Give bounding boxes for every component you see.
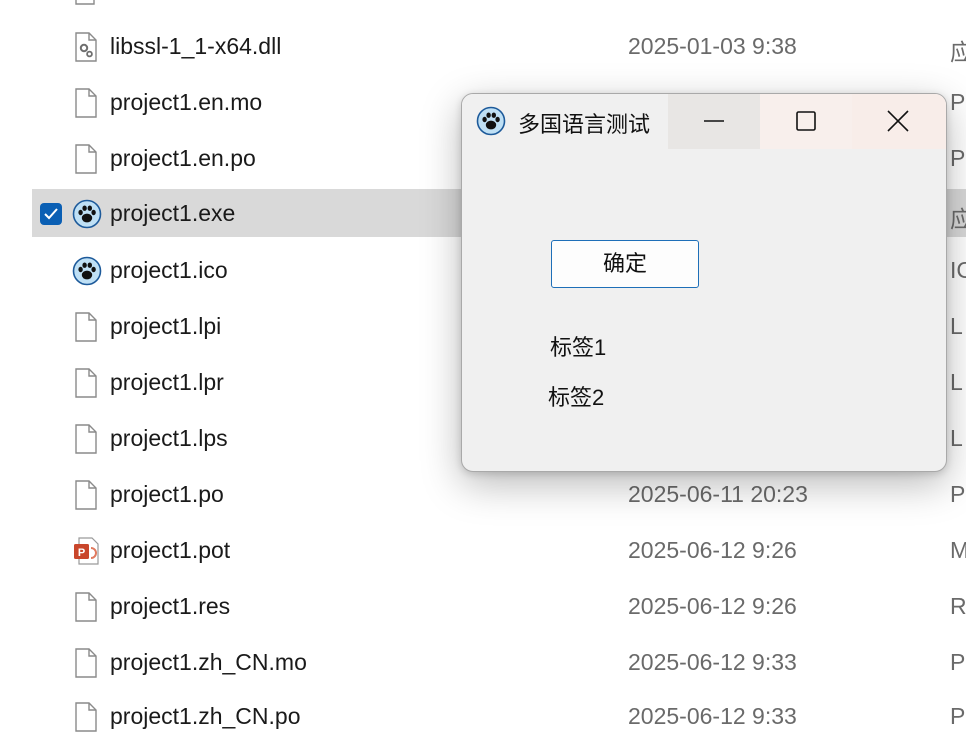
file-name: project1.en.po [110,145,256,171]
dialog-window: 多国语言测试 确定 标签1 标签2 [461,93,947,472]
file-type: L [950,313,963,339]
file-name: project1.lpr [110,369,224,395]
file-row[interactable]: project1.po 2025-06-11 20:23 P [32,470,966,518]
file-type: 应 [950,39,966,65]
partial-file-icon [72,0,100,8]
powerpoint-file-icon: P [72,536,100,566]
file-type: 应 [950,206,966,232]
file-type: IC [950,257,966,283]
file-row[interactable]: project1.zh_CN.mo 2025-06-12 9:33 P [32,638,966,686]
lazarus-paw-icon [72,199,102,229]
svg-text:P: P [78,547,85,559]
file-name: project1.exe [110,200,236,226]
generic-file-icon [72,480,100,510]
file-type: M [950,537,966,563]
minimize-button[interactable] [668,94,760,149]
file-type: P [950,145,966,171]
generic-file-icon [72,424,100,454]
file-name: project1.zh_CN.mo [110,649,307,675]
window-title: 多国语言测试 [518,112,651,137]
file-row[interactable]: P project1.pot 2025-06-12 9:26 M [32,526,966,574]
close-button[interactable] [852,94,946,149]
file-name: project1.lpi [110,313,222,339]
file-date: 2025-06-12 9:26 [628,537,797,563]
checkbox-checked-icon[interactable] [40,203,62,225]
file-name: libssl-1_1-x64.dll [110,33,282,59]
close-icon [887,110,909,132]
generic-file-icon [72,592,100,622]
generic-file-icon [72,368,100,398]
file-date: 2025-06-12 9:26 [628,593,797,619]
file-date: 2025-06-11 20:23 [628,481,808,507]
generic-file-icon [72,144,100,174]
maximize-button[interactable] [760,94,852,149]
maximize-icon [796,111,816,131]
file-name: project1.zh_CN.po [110,703,301,729]
file-name: project1.en.mo [110,89,263,115]
file-date: 2025-06-12 9:33 [628,649,797,675]
title-bar[interactable]: 多国语言测试 [462,94,946,149]
file-name: project1.lps [110,425,228,451]
file-name: project1.ico [110,257,228,283]
lazarus-paw-icon [72,256,102,286]
minimize-icon [704,120,724,122]
label-1: 标签1 [550,335,607,360]
generic-file-icon [72,702,100,732]
file-name: project1.res [110,593,231,619]
file-type: P [950,481,966,507]
file-row[interactable]: libssl-1_1-x64.dll 2025-01-03 9:38 应 [32,22,966,70]
label-2: 标签2 [548,385,605,410]
ok-button[interactable]: 确定 [551,240,699,288]
file-date: 2025-06-12 9:33 [628,703,797,729]
file-type: L [950,425,963,451]
file-name: project1.pot [110,537,231,563]
generic-file-icon [72,648,100,678]
lazarus-paw-icon [476,106,506,136]
file-type: P [950,89,966,115]
file-type: L [950,369,963,395]
file-type: P [950,649,966,675]
file-date: 2025-01-03 9:38 [628,33,797,59]
file-type: R [950,593,966,619]
file-name: project1.po [110,481,224,507]
file-row[interactable]: project1.res 2025-06-12 9:26 R [32,582,966,630]
dll-file-icon [72,32,100,62]
generic-file-icon [72,312,100,342]
file-type: P [950,703,966,729]
generic-file-icon [72,88,100,118]
file-row[interactable]: project1.zh_CN.po 2025-06-12 9:33 P [32,692,966,740]
